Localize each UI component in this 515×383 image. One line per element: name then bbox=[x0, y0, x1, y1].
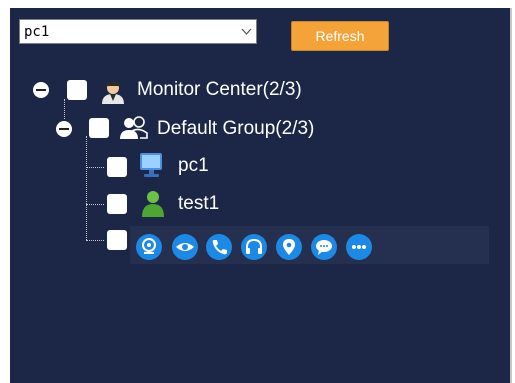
headphones-icon[interactable] bbox=[241, 234, 267, 260]
tree-connector bbox=[86, 240, 104, 241]
tree-node-label: pc1 bbox=[178, 155, 209, 176]
location-pin-icon[interactable] bbox=[276, 234, 302, 260]
device-actions-toolbar bbox=[130, 226, 489, 264]
checkbox[interactable] bbox=[107, 157, 127, 177]
tree-node-label: Default Group(2/3) bbox=[157, 118, 315, 139]
panel-right-border bbox=[510, 8, 512, 383]
device-tree-panel bbox=[10, 8, 510, 383]
checkbox[interactable] bbox=[107, 230, 127, 250]
tree-connector bbox=[64, 99, 65, 119]
device-select-value: pc1 bbox=[24, 24, 50, 40]
checkbox[interactable] bbox=[67, 80, 87, 100]
monitor-center-user-icon bbox=[102, 81, 124, 104]
user-green-icon bbox=[142, 191, 164, 217]
collapse-toggle[interactable] bbox=[56, 121, 72, 137]
tree-connector bbox=[86, 167, 104, 168]
chat-bubble-icon[interactable] bbox=[311, 234, 337, 260]
tree-node-label: test1 bbox=[178, 193, 220, 214]
computer-icon bbox=[140, 153, 162, 177]
refresh-button[interactable]: Refresh bbox=[291, 21, 389, 51]
device-select[interactable]: pc1 bbox=[19, 19, 257, 44]
group-users-icon bbox=[120, 116, 148, 139]
phone-icon[interactable] bbox=[206, 234, 232, 260]
webcam-icon[interactable] bbox=[136, 234, 162, 260]
checkbox[interactable] bbox=[89, 118, 109, 138]
chevron-down-icon bbox=[241, 28, 252, 35]
more-dots-icon[interactable] bbox=[346, 234, 372, 260]
checkbox[interactable] bbox=[107, 194, 127, 214]
eye-icon[interactable] bbox=[172, 234, 198, 260]
tree-node-label: Monitor Center(2/3) bbox=[137, 79, 302, 100]
collapse-toggle[interactable] bbox=[33, 82, 49, 98]
tree-connector bbox=[86, 204, 104, 205]
tree-connector bbox=[86, 136, 87, 240]
